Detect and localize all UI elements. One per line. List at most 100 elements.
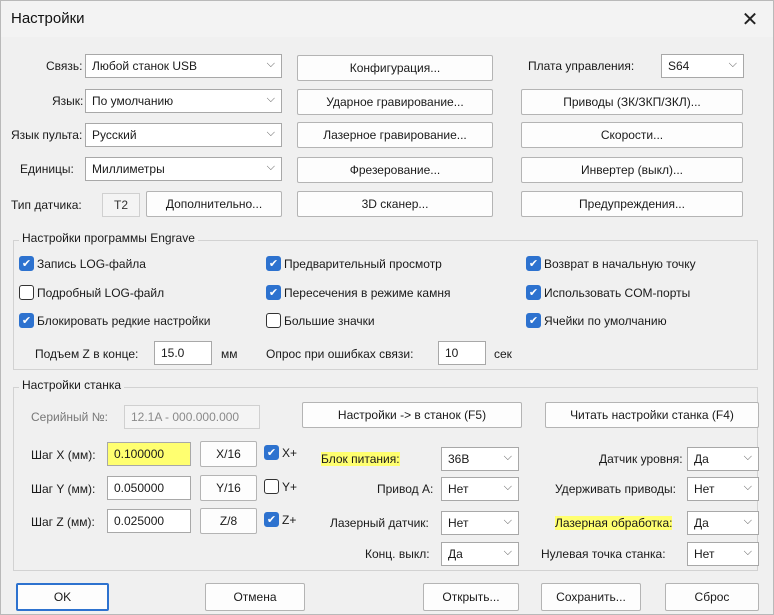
- settings-to-machine-button[interactable]: Настройки -> в станок (F5): [302, 402, 522, 428]
- chevron-down-icon: ⌵: [266, 161, 275, 173]
- step-z-label: Шаг Z (мм):: [31, 515, 95, 529]
- cancel-button[interactable]: Отмена: [205, 583, 305, 611]
- step-x-input[interactable]: 0.100000: [107, 442, 191, 466]
- drives-button[interactable]: Приводы (ЗК/ЗКП/ЗКЛ)...: [521, 89, 743, 115]
- limit-switch-select[interactable]: Да ⌵: [441, 542, 519, 566]
- large-icons-checkbox[interactable]: Большие значки: [266, 313, 375, 328]
- laser-engraving-button[interactable]: Лазерное гравирование...: [297, 122, 493, 148]
- machine-zero-label: Нулевая точка станка:: [541, 547, 666, 561]
- step-x-label: Шаг X (мм):: [31, 448, 96, 462]
- y-plus-checkbox[interactable]: Y+: [264, 479, 297, 494]
- open-button[interactable]: Открыть...: [423, 583, 519, 611]
- drive-a-select[interactable]: Нет ⌵: [441, 477, 519, 501]
- hold-drives-label: Удерживать приводы:: [555, 482, 676, 496]
- ok-button[interactable]: OK: [16, 583, 109, 611]
- serial-label: Серийный №:: [31, 410, 108, 424]
- units-select[interactable]: Миллиметры ⌵: [85, 157, 282, 181]
- x-div16-button[interactable]: X/16: [200, 441, 257, 467]
- poll-label: Опрос при ошибках связи:: [266, 347, 414, 361]
- empty-checkbox-icon: [19, 285, 34, 300]
- detailed-log-checkbox[interactable]: Подробный LOG-файл: [19, 285, 164, 300]
- chevron-down-icon: ⌵: [743, 451, 752, 463]
- z-div8-button[interactable]: Z/8: [200, 508, 257, 534]
- level-sensor-label: Датчик уровня:: [599, 452, 683, 466]
- block-rare-settings-checkbox[interactable]: ✔ Блокировать редкие настройки: [19, 313, 210, 328]
- empty-checkbox-icon: [266, 313, 281, 328]
- settings-dialog: Настройки ✕ Связь: Любой станок USB ⌵ Язы…: [0, 0, 774, 615]
- pult-language-select[interactable]: Русский ⌵: [85, 123, 282, 147]
- power-supply-label: Блок питания:: [321, 452, 400, 466]
- save-button[interactable]: Сохранить...: [541, 583, 641, 611]
- serial-field: 12.1A - 000.000.000: [124, 405, 260, 429]
- chevron-down-icon: ⌵: [503, 546, 512, 558]
- laser-sensor-label: Лазерный датчик:: [330, 516, 429, 530]
- limit-switch-label: Конц. выкл:: [365, 547, 430, 561]
- drive-a-label: Привод А:: [377, 482, 434, 496]
- log-file-checkbox[interactable]: ✔ Запись LOG-файла: [19, 256, 146, 271]
- machine-zero-select[interactable]: Нет ⌵: [687, 542, 759, 566]
- configuration-button[interactable]: Конфигурация...: [297, 55, 493, 81]
- control-board-label: Плата управления:: [528, 59, 635, 73]
- step-z-input[interactable]: 0.025000: [107, 509, 191, 533]
- impact-engraving-button[interactable]: Ударное гравирование...: [297, 89, 493, 115]
- close-icon[interactable]: ✕: [727, 1, 773, 37]
- checkmark-icon: ✔: [266, 285, 281, 300]
- connection-select[interactable]: Любой станок USB ⌵: [85, 54, 282, 78]
- laser-processing-label: Лазерная обработка:: [555, 516, 673, 530]
- window-title: Настройки: [11, 10, 85, 27]
- connection-label: Связь:: [46, 59, 83, 73]
- poll-input[interactable]: 10: [438, 341, 486, 365]
- chevron-down-icon: ⌵: [743, 546, 752, 558]
- checkmark-icon: ✔: [264, 512, 279, 527]
- chevron-down-icon: ⌵: [503, 481, 512, 493]
- pult-language-label: Язык пульта:: [11, 128, 83, 142]
- sensor-type-field: T2: [102, 193, 140, 217]
- control-board-select[interactable]: S64 ⌵: [661, 54, 744, 78]
- chevron-down-icon: ⌵: [743, 515, 752, 527]
- checkmark-icon: ✔: [526, 256, 541, 271]
- chevron-down-icon: ⌵: [503, 515, 512, 527]
- step-y-label: Шаг Y (мм):: [31, 482, 96, 496]
- more-button[interactable]: Дополнительно...: [146, 191, 282, 217]
- 3d-scanner-button[interactable]: 3D сканер...: [297, 191, 493, 217]
- use-com-ports-checkbox[interactable]: ✔ Использовать COM-порты: [526, 285, 690, 300]
- hold-drives-select[interactable]: Нет ⌵: [687, 477, 759, 501]
- read-machine-settings-button[interactable]: Читать настройки станка (F4): [545, 402, 759, 428]
- checkmark-icon: ✔: [19, 256, 34, 271]
- machine-settings-title: Настройки станка: [19, 378, 125, 392]
- warnings-button[interactable]: Предупреждения...: [521, 191, 743, 217]
- checkmark-icon: ✔: [19, 313, 34, 328]
- chevron-down-icon: ⌵: [503, 451, 512, 463]
- preview-checkbox[interactable]: ✔ Предварительный просмотр: [266, 256, 442, 271]
- chevron-down-icon: ⌵: [728, 58, 737, 70]
- poll-unit: сек: [494, 347, 512, 361]
- chevron-down-icon: ⌵: [266, 127, 275, 139]
- stone-mode-intersections-checkbox[interactable]: ✔ Пересечения в режиме камня: [266, 285, 450, 300]
- checkmark-icon: ✔: [526, 285, 541, 300]
- z-lift-input[interactable]: 15.0: [154, 341, 212, 365]
- return-to-start-checkbox[interactable]: ✔ Возврат в начальную точку: [526, 256, 696, 271]
- sensor-type-label: Тип датчика:: [11, 198, 82, 212]
- language-select[interactable]: По умолчанию ⌵: [85, 89, 282, 113]
- default-cells-checkbox[interactable]: ✔ Ячейки по умолчанию: [526, 313, 667, 328]
- x-plus-checkbox[interactable]: ✔ X+: [264, 445, 297, 460]
- title-bar: Настройки ✕: [1, 1, 773, 37]
- chevron-down-icon: ⌵: [266, 93, 275, 105]
- step-y-input[interactable]: 0.050000: [107, 476, 191, 500]
- reset-button[interactable]: Сброс: [665, 583, 759, 611]
- speeds-button[interactable]: Скорости...: [521, 122, 743, 148]
- chevron-down-icon: ⌵: [266, 58, 275, 70]
- engrave-settings-title: Настройки программы Engrave: [19, 231, 198, 245]
- empty-checkbox-icon: [264, 479, 279, 494]
- chevron-down-icon: ⌵: [743, 481, 752, 493]
- y-div16-button[interactable]: Y/16: [200, 475, 257, 501]
- level-sensor-select[interactable]: Да ⌵: [687, 447, 759, 471]
- laser-sensor-select[interactable]: Нет ⌵: [441, 511, 519, 535]
- milling-button[interactable]: Фрезерование...: [297, 157, 493, 183]
- units-label: Единицы:: [20, 162, 74, 176]
- laser-processing-select[interactable]: Да ⌵: [687, 511, 759, 535]
- z-plus-checkbox[interactable]: ✔ Z+: [264, 512, 296, 527]
- inverter-button[interactable]: Инвертер (выкл)...: [521, 157, 743, 183]
- power-supply-select[interactable]: 36В ⌵: [441, 447, 519, 471]
- z-lift-unit: мм: [221, 347, 238, 361]
